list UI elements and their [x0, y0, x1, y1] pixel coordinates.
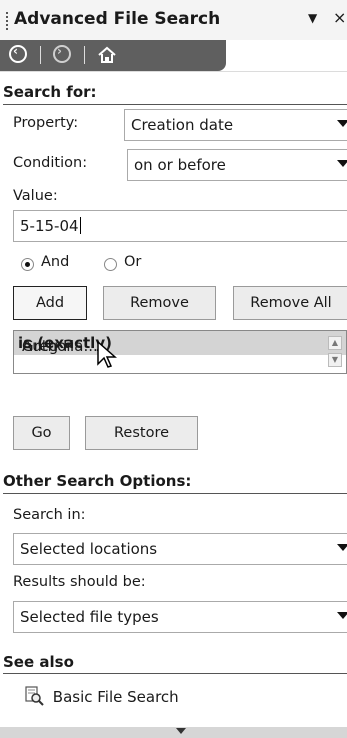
basic-file-search-label: Basic File Search: [52, 688, 179, 706]
chevron-down-icon[interactable]: [337, 160, 347, 167]
scroll-down-icon[interactable]: [176, 728, 186, 734]
go-button[interactable]: Go: [13, 416, 70, 450]
grip-handle-icon[interactable]: [6, 12, 11, 30]
search-document-icon: [24, 686, 44, 706]
text-caret: [79, 217, 81, 234]
advanced-file-search-pane: Advanced File Search ▼ × ‹ › Search for:…: [0, 0, 347, 738]
close-icon[interactable]: ×: [333, 8, 346, 27]
pane-title-bar: Advanced File Search ▼ ×: [0, 0, 347, 40]
value-label: Value:: [13, 188, 58, 204]
search-in-label: Search in:: [13, 507, 86, 523]
condition-dropdown[interactable]: on or before: [127, 149, 347, 181]
search-in-dropdown[interactable]: Selected locations: [13, 533, 347, 565]
chevron-down-icon[interactable]: [337, 612, 347, 619]
scroll-bottom-bar[interactable]: [0, 727, 347, 738]
section-divider: [3, 104, 347, 105]
home-icon[interactable]: [96, 44, 118, 66]
property-dropdown[interactable]: Creation date: [124, 109, 347, 141]
search-for-heading: Search for:: [3, 83, 97, 101]
back-arrow-icon[interactable]: ‹: [8, 44, 30, 66]
add-button[interactable]: Add: [13, 286, 87, 320]
see-also-heading: See also: [3, 653, 74, 671]
remove-all-button[interactable]: Remove All: [233, 286, 347, 320]
results-type-dropdown[interactable]: Selected file types: [13, 601, 347, 633]
pane-menu-dropdown-icon[interactable]: ▼: [308, 11, 317, 25]
content-divider: [0, 71, 347, 72]
or-radio[interactable]: [104, 258, 117, 271]
search-in-value: Selected locations: [20, 540, 158, 558]
results-type-value: Selected file types: [20, 608, 159, 626]
remove-button[interactable]: Remove: [103, 286, 216, 320]
task-pane-nav-bar: ‹ ›: [0, 40, 226, 71]
value-input[interactable]: 5-15-04: [13, 210, 347, 242]
section-divider: [3, 673, 347, 674]
section-divider: [3, 493, 347, 494]
property-label: Property:: [13, 115, 79, 131]
results-should-be-label: Results should be:: [13, 574, 146, 590]
scroll-up-icon[interactable]: ▲: [328, 336, 342, 350]
criteria-list[interactable]: Author is (exactly) Greg Ha... ▲ ▼: [13, 330, 347, 374]
chevron-down-icon[interactable]: [337, 544, 347, 551]
criteria-value: Greg Ha...: [22, 337, 98, 355]
forward-arrow-icon[interactable]: ›: [52, 44, 74, 66]
and-radio[interactable]: [21, 258, 34, 271]
list-item[interactable]: Author is (exactly) Greg Ha...: [14, 331, 346, 355]
property-value: Creation date: [131, 116, 234, 134]
nav-separator: [84, 46, 85, 64]
or-radio-label: Or: [124, 254, 142, 270]
scroll-down-icon[interactable]: ▼: [328, 353, 342, 367]
mouse-pointer-icon: [96, 340, 118, 374]
condition-value: on or before: [134, 156, 226, 174]
value-input-text: 5-15-04: [20, 217, 79, 235]
chevron-down-icon[interactable]: [337, 120, 347, 127]
basic-file-search-link[interactable]: Basic File Search: [24, 686, 179, 706]
condition-label: Condition:: [13, 155, 88, 171]
pane-title: Advanced File Search: [14, 9, 221, 29]
restore-button[interactable]: Restore: [85, 416, 198, 450]
nav-separator: [40, 46, 41, 64]
other-search-options-heading: Other Search Options:: [3, 472, 192, 490]
and-radio-label: And: [41, 254, 70, 270]
